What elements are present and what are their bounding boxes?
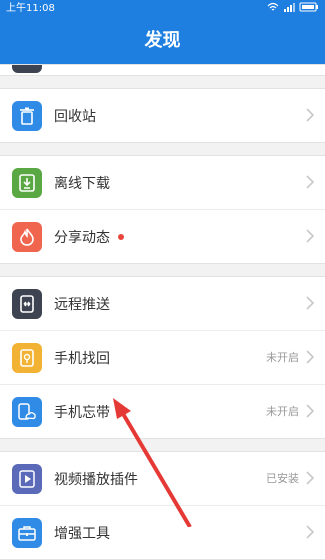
item-status: 未开启 (266, 405, 299, 418)
list-item-video-plugin[interactable]: 视频播放插件 已安装 (0, 452, 325, 506)
list-item-label: 增强工具 (54, 525, 110, 542)
page-title: 发现 (144, 30, 181, 51)
item-status: 已安装 (266, 472, 299, 485)
list-item-label: 回收站 (54, 108, 96, 125)
chevron-right-icon (306, 350, 315, 364)
list-item-offline-download[interactable]: 离线下载 (0, 156, 325, 210)
trash-icon (12, 100, 42, 131)
phone-cloud-icon (12, 396, 42, 427)
flame-icon (12, 221, 42, 252)
status-bar: 上午11:08 (0, 0, 325, 17)
item-status: 未开启 (266, 351, 299, 364)
list-item-label: 离线下载 (54, 175, 110, 192)
list-item-label: 手机忘带 (54, 404, 110, 421)
group-2: 离线下载 分享动态 (0, 155, 325, 264)
chevron-right-icon (306, 404, 315, 418)
location-phone-icon (12, 342, 42, 373)
discover-list: 回收站 离线下载 分享动态 远程推送 手机找回 未开启 手机忘带 未开启 视频播… (0, 64, 325, 560)
group-top-partial (0, 64, 325, 76)
chevron-right-icon (306, 525, 315, 539)
list-item-find-phone[interactable]: 手机找回 未开启 (0, 331, 325, 385)
group-4: 视频播放插件 已安装 增强工具 (0, 451, 325, 560)
toolbox-icon (12, 517, 42, 548)
list-item-label: 远程推送 (54, 296, 110, 313)
partial-icon (12, 65, 42, 73)
remote-push-icon (12, 288, 42, 319)
list-item-recycle-bin[interactable]: 回收站 (0, 89, 325, 142)
chevron-right-icon (306, 229, 315, 243)
signal-icon (284, 3, 295, 12)
header: 发现 (0, 17, 325, 64)
list-item-share-feed[interactable]: 分享动态 (0, 210, 325, 263)
group-3: 远程推送 手机找回 未开启 手机忘带 未开启 (0, 276, 325, 439)
chevron-right-icon (306, 108, 315, 122)
list-item-phone-forgotten[interactable]: 手机忘带 未开启 (0, 385, 325, 438)
chevron-right-icon (306, 471, 315, 485)
list-item-label: 分享动态 (54, 229, 110, 246)
list-item-label: 视频播放插件 (54, 471, 138, 488)
new-badge-dot (118, 233, 124, 240)
status-time: 上午11:08 (6, 3, 55, 14)
chevron-right-icon (306, 296, 315, 310)
play-icon (12, 463, 42, 494)
chevron-right-icon (306, 175, 315, 189)
list-item-label: 手机找回 (54, 350, 110, 367)
wifi-icon (267, 2, 279, 11)
status-icons (267, 2, 319, 12)
download-icon (12, 167, 42, 198)
group-1: 回收站 (0, 88, 325, 143)
battery-icon (299, 2, 318, 12)
list-item-remote-push[interactable]: 远程推送 (0, 277, 325, 331)
list-item-enhance-tools[interactable]: 增强工具 (0, 506, 325, 559)
new-badge-dot (118, 408, 124, 415)
